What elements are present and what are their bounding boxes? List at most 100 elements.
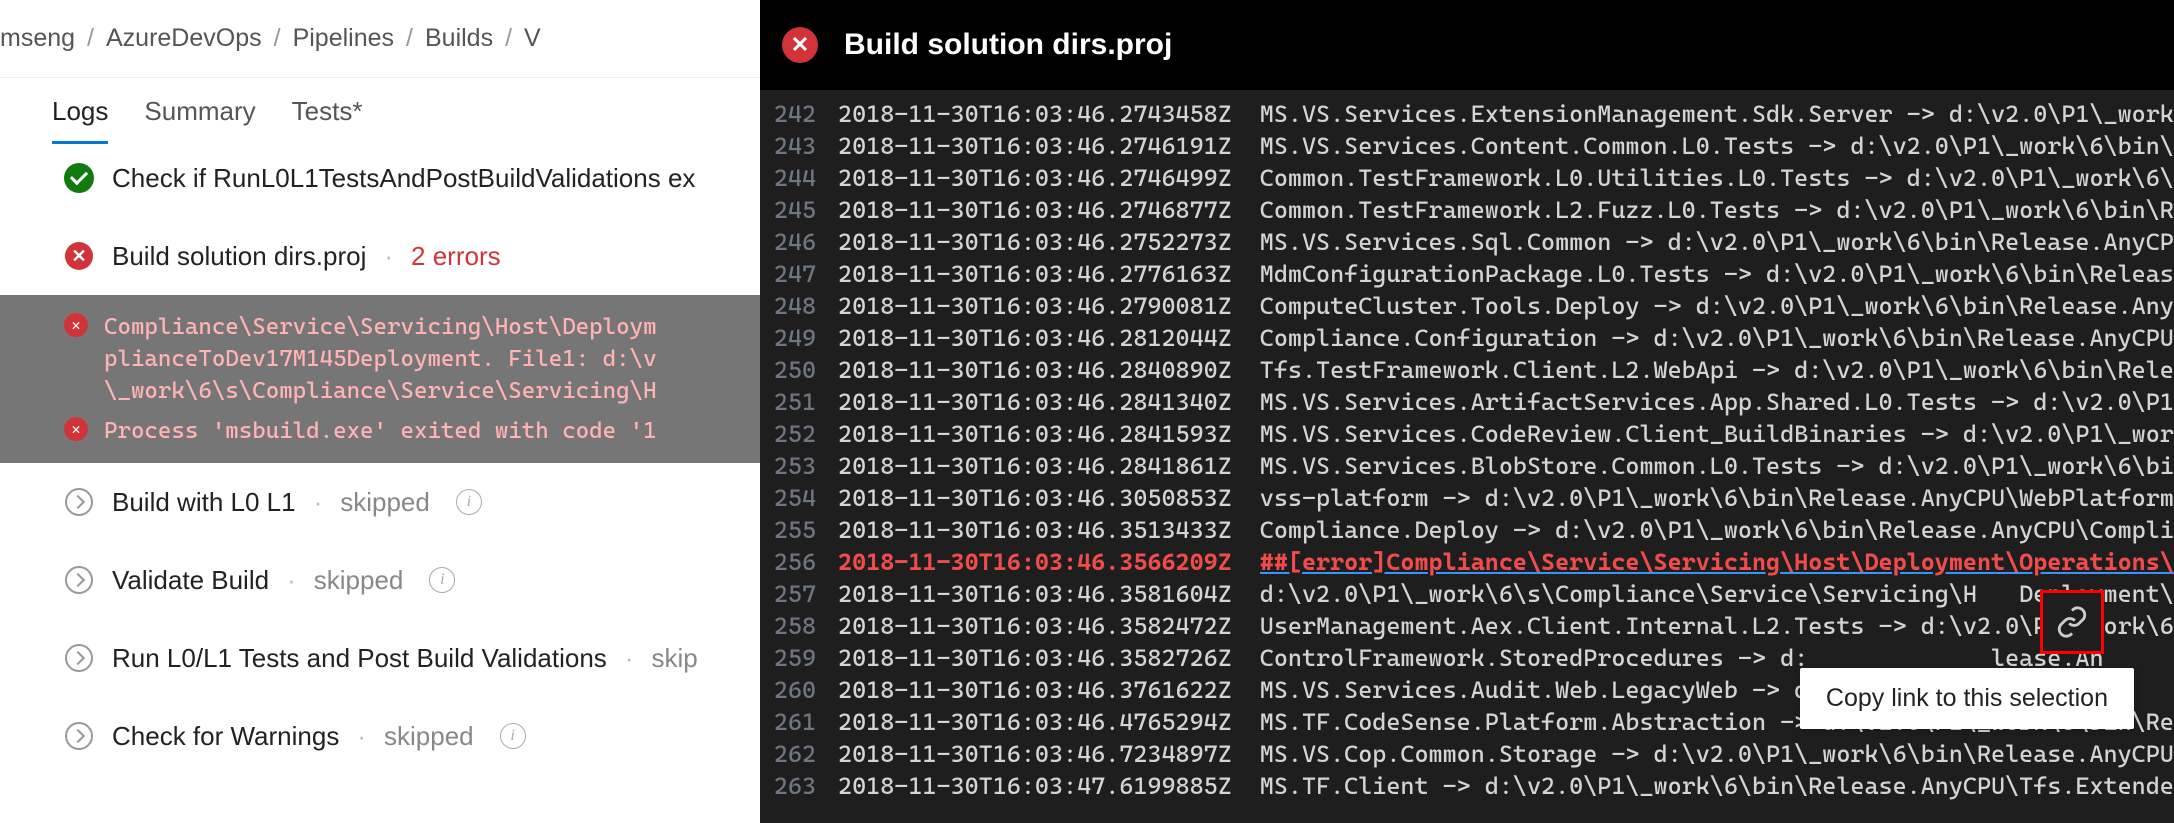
step-errors-block: Compliance\Service\Servicing\Host\Deploy…: [0, 295, 760, 463]
log-line[interactable]: 2432018-11-30T16:03:46.2746191ZMS.VS.Ser…: [760, 130, 2174, 162]
log-message: UserManagement.Aex.Client.Internal.L2.Te…: [1260, 610, 2174, 642]
log-line[interactable]: 2422018-11-30T16:03:46.2743458ZMS.VS.Ser…: [760, 98, 2174, 130]
timestamp: 2018-11-30T16:03:46.2841340Z: [838, 386, 1260, 418]
info-icon[interactable]: i: [456, 489, 482, 515]
log-line[interactable]: 2512018-11-30T16:03:46.2841340ZMS.VS.Ser…: [760, 386, 2174, 418]
dot-sep: ·: [314, 487, 323, 518]
line-number: 247: [760, 258, 838, 290]
log-line[interactable]: 2632018-11-30T16:03:47.6199885ZMS.TF.Cli…: [760, 770, 2174, 802]
log-message: MS.VS.Services.CodeReview.Client_BuildBi…: [1260, 418, 2174, 450]
tab-logs[interactable]: Logs: [52, 96, 108, 144]
step-validate[interactable]: Validate Build · skipped i: [0, 541, 760, 619]
log-panel: Build solution dirs.proj 2422018-11-30T1…: [760, 0, 2174, 823]
log-line[interactable]: 2442018-11-30T16:03:46.2746499ZCommon.Te…: [760, 162, 2174, 194]
tabs: Logs Summary Tests*: [0, 78, 760, 145]
log-message: MS.VS.Services.ExtensionManagement.Sdk.S…: [1260, 98, 2174, 130]
step-check-warn[interactable]: Check for Warnings · skipped i: [0, 697, 760, 775]
timestamp: 2018-11-30T16:03:46.2746499Z: [838, 162, 1260, 194]
line-number: 259: [760, 642, 838, 674]
step-title: Check for Warnings: [112, 721, 339, 752]
timestamp: 2018-11-30T16:03:47.6199885Z: [838, 770, 1260, 802]
timestamp: 2018-11-30T16:03:46.3566209Z: [838, 546, 1260, 578]
timestamp: 2018-11-30T16:03:46.2746191Z: [838, 130, 1260, 162]
step-title: Build with L0 L1: [112, 487, 296, 518]
step-run-tests[interactable]: Run L0/L1 Tests and Post Build Validatio…: [0, 619, 760, 697]
timestamp: 2018-11-30T16:03:46.3050853Z: [838, 482, 1260, 514]
log-line[interactable]: 2462018-11-30T16:03:46.2752273ZMS.VS.Ser…: [760, 226, 2174, 258]
line-number: 249: [760, 322, 838, 354]
line-number: 243: [760, 130, 838, 162]
log-line[interactable]: 2482018-11-30T16:03:46.2790081ZComputeCl…: [760, 290, 2174, 322]
log-message: MS.VS.Cop.Common.Storage -> d:\v2.0\P1\_…: [1260, 738, 2174, 770]
log-message: MdmConfigurationPackage.L0.Tests -> d:\v…: [1260, 258, 2174, 290]
log-message: d:\v2.0\P1\_work\6\s\Compliance\Service\…: [1260, 578, 2174, 610]
copy-link-button[interactable]: [2040, 590, 2104, 654]
log-line[interactable]: 2572018-11-30T16:03:46.3581604Zd:\v2.0\P…: [760, 578, 2174, 610]
dot-sep: ·: [384, 241, 393, 272]
line-number: 254: [760, 482, 838, 514]
error-icon: [782, 27, 818, 63]
step-status: skipped: [314, 565, 404, 596]
crumb-2[interactable]: Pipelines: [293, 24, 394, 53]
timestamp: 2018-11-30T16:03:46.2743458Z: [838, 98, 1260, 130]
log-line[interactable]: 2452018-11-30T16:03:46.2746877ZCommon.Te…: [760, 194, 2174, 226]
log-line[interactable]: 2582018-11-30T16:03:46.3582472ZUserManag…: [760, 610, 2174, 642]
crumb-3[interactable]: Builds: [425, 24, 493, 53]
info-icon[interactable]: i: [500, 723, 526, 749]
timestamp: 2018-11-30T16:03:46.3761622Z: [838, 674, 1260, 706]
line-number: 260: [760, 674, 838, 706]
log-message: Common.TestFramework.L2.Fuzz.L0.Tests ->…: [1260, 194, 2174, 226]
line-number: 263: [760, 770, 838, 802]
log-line[interactable]: 2622018-11-30T16:03:46.7234897ZMS.VS.Cop…: [760, 738, 2174, 770]
log-line[interactable]: 2542018-11-30T16:03:46.3050853Zvss-platf…: [760, 482, 2174, 514]
error-icon: [64, 417, 88, 441]
line-number: 251: [760, 386, 838, 418]
step-status: skipped: [384, 721, 474, 752]
line-number: 257: [760, 578, 838, 610]
crumb-1[interactable]: AzureDevOps: [106, 24, 262, 53]
log-line[interactable]: 2502018-11-30T16:03:46.2840890ZTfs.TestF…: [760, 354, 2174, 386]
dot-sep: ·: [287, 565, 296, 596]
log-line[interactable]: 2552018-11-30T16:03:46.3513433ZComplianc…: [760, 514, 2174, 546]
tab-tests[interactable]: Tests*: [292, 96, 363, 144]
line-number: 245: [760, 194, 838, 226]
breadcrumb: mseng / AzureDevOps / Pipelines / Builds…: [0, 0, 760, 78]
step-build-l0l1[interactable]: Build with L0 L1 · skipped i: [0, 463, 760, 541]
line-number: 250: [760, 354, 838, 386]
tab-summary[interactable]: Summary: [144, 96, 255, 144]
info-icon[interactable]: i: [429, 567, 455, 593]
step-check-run[interactable]: Check if RunL0L1TestsAndPostBuildValidat…: [0, 139, 760, 217]
copy-link-tooltip: Copy link to this selection: [1800, 668, 2134, 729]
breadcrumb-sep: /: [505, 24, 512, 53]
timestamp: 2018-11-30T16:03:46.2812044Z: [838, 322, 1260, 354]
dot-sep: ·: [625, 643, 634, 674]
timestamp: 2018-11-30T16:03:46.2746877Z: [838, 194, 1260, 226]
line-number: 262: [760, 738, 838, 770]
log-message: MS.TF.Client -> d:\v2.0\P1\_work\6\bin\R…: [1260, 770, 2174, 802]
breadcrumb-sep: /: [406, 24, 413, 53]
log-line[interactable]: 2532018-11-30T16:03:46.2841861ZMS.VS.Ser…: [760, 450, 2174, 482]
log-line[interactable]: 2472018-11-30T16:03:46.2776163ZMdmConfig…: [760, 258, 2174, 290]
crumb-0[interactable]: mseng: [0, 24, 75, 53]
chevron-icon: [64, 643, 94, 673]
timestamp: 2018-11-30T16:03:46.3513433Z: [838, 514, 1260, 546]
log-message: Common.TestFramework.L0.Utilities.L0.Tes…: [1260, 162, 2174, 194]
error-line[interactable]: Process 'msbuild.exe' exited with code '…: [64, 411, 760, 451]
panel-header: Build solution dirs.proj: [760, 0, 2174, 90]
timestamp: 2018-11-30T16:03:46.4765294Z: [838, 706, 1260, 738]
crumb-4[interactable]: V: [524, 24, 541, 53]
log-line[interactable]: 2522018-11-30T16:03:46.2841593ZMS.VS.Ser…: [760, 418, 2174, 450]
timestamp: 2018-11-30T16:03:46.3582472Z: [838, 610, 1260, 642]
line-number: 252: [760, 418, 838, 450]
breadcrumb-sep: /: [87, 24, 94, 53]
chevron-icon: [64, 487, 94, 517]
error-line[interactable]: Compliance\Service\Servicing\Host\Deploy…: [64, 307, 760, 411]
line-number: 256: [760, 546, 838, 578]
step-title: Check if RunL0L1TestsAndPostBuildValidat…: [112, 163, 695, 194]
success-icon: [64, 163, 94, 193]
log-line[interactable]: 2562018-11-30T16:03:46.3566209Z##[error]…: [760, 546, 2174, 578]
log-message: MS.VS.Services.Content.Common.L0.Tests -…: [1260, 130, 2174, 162]
step-build-dirs[interactable]: Build solution dirs.proj · 2 errors: [0, 217, 760, 295]
chevron-icon: [64, 565, 94, 595]
log-line[interactable]: 2492018-11-30T16:03:46.2812044ZComplianc…: [760, 322, 2174, 354]
